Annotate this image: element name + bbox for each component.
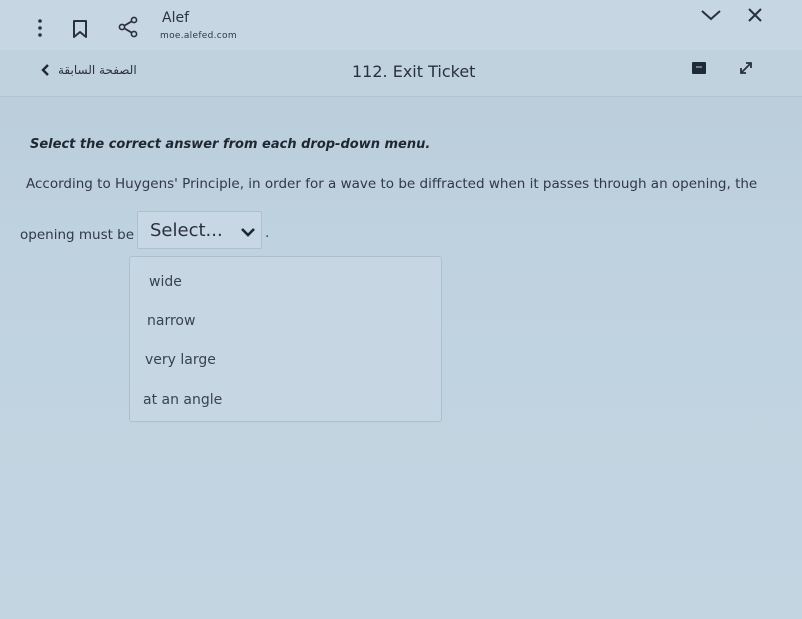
instruction-text: Select the correct answer from each drop…: [30, 137, 431, 152]
chevron-down-icon[interactable]: [700, 8, 722, 22]
share-icon[interactable]: [117, 16, 139, 38]
question-text-line2: opening must be: [20, 227, 135, 243]
dropdown-option-very-large[interactable]: very large: [145, 352, 216, 368]
close-icon[interactable]: [746, 6, 764, 24]
chevron-left-icon: [41, 64, 49, 76]
dropdown-option-narrow[interactable]: narrow: [147, 313, 195, 329]
back-label: الصفحة السابقة: [58, 63, 137, 77]
dropdown-option-wide[interactable]: wide: [149, 274, 182, 290]
back-button[interactable]: الصفحة السابقة: [40, 63, 137, 77]
site-url: moe.alefed.com: [160, 31, 237, 41]
calculator-icon[interactable]: [692, 62, 706, 74]
question-text-line1: According to Huygens' Principle, in orde…: [26, 176, 758, 192]
site-title: Alef: [162, 10, 190, 26]
dropdown-option-at-an-angle[interactable]: at an angle: [143, 392, 222, 408]
dropdown-menu: wide narrow very large at an angle: [129, 256, 442, 422]
more-vertical-icon[interactable]: [36, 18, 44, 38]
page-title: 112. Exit Ticket: [352, 62, 476, 81]
sentence-end: .: [265, 225, 270, 241]
select-value: Select...: [150, 220, 223, 241]
answer-select[interactable]: Select...: [137, 211, 262, 249]
bookmark-icon[interactable]: [72, 19, 88, 39]
chevron-down-icon: [241, 228, 255, 237]
expand-icon[interactable]: [738, 60, 754, 76]
